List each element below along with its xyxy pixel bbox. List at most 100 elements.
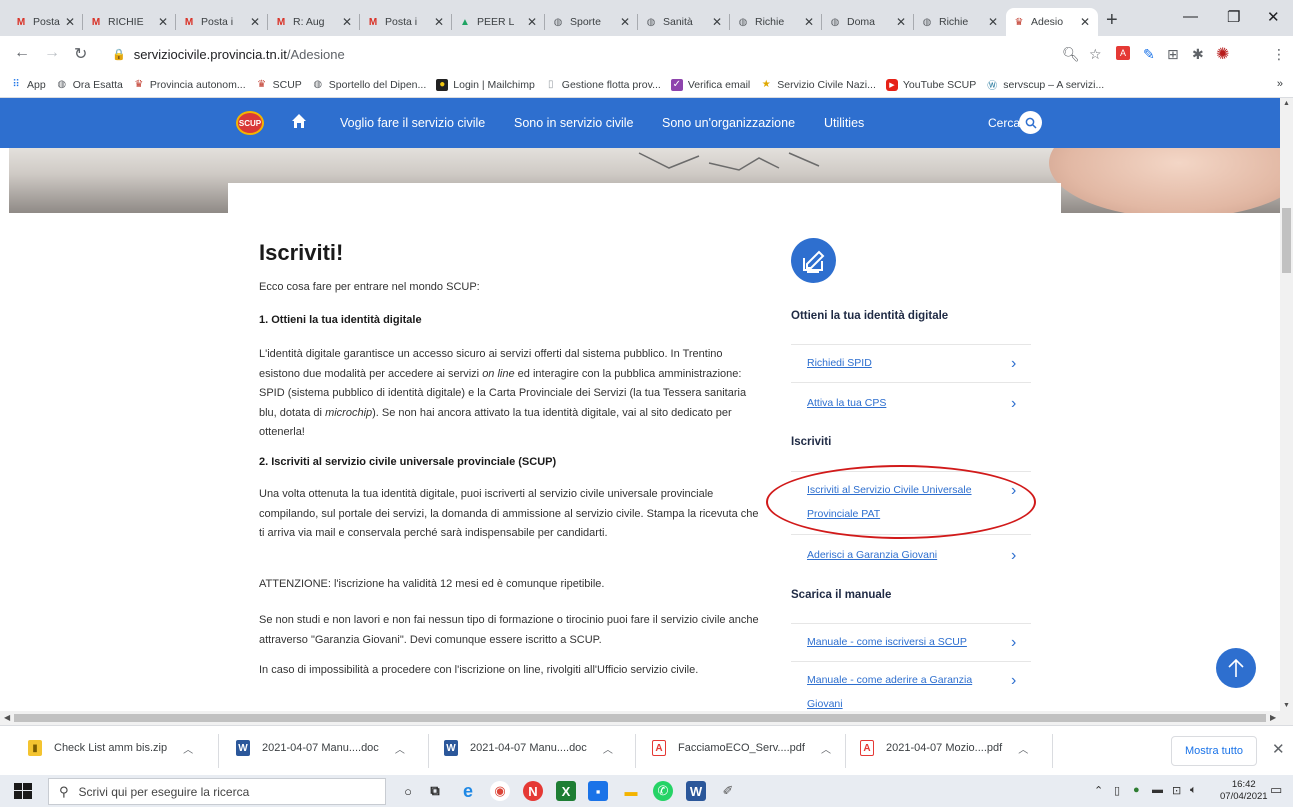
new-tab-button[interactable]: + xyxy=(1106,10,1118,30)
bookmark-item[interactable]: ★ Servizio Civile Nazi... xyxy=(760,79,876,91)
back-button[interactable]: ← xyxy=(14,44,30,62)
search-label[interactable]: Cerca xyxy=(988,116,1020,130)
download-item[interactable]: W 2021-04-07 Manu....doc ︿ xyxy=(236,740,405,756)
bookmark-item[interactable]: ▯ Gestione flotta prov... xyxy=(545,79,661,91)
close-tab-icon[interactable]: ✕ xyxy=(250,15,262,29)
close-tab-icon[interactable]: ✕ xyxy=(988,15,1000,29)
sidebar-link-spid[interactable]: Richiedi SPID › xyxy=(791,344,1031,382)
windows-start-icon[interactable] xyxy=(14,783,32,799)
tray-chevron-icon[interactable]: ⌃ xyxy=(1094,784,1103,797)
browser-tab[interactable]: M Posta i ✕ xyxy=(360,8,452,36)
bookmark-item[interactable]: ▶ YouTube SCUP xyxy=(885,78,976,91)
scroll-up-arrow-icon[interactable]: ▲ xyxy=(1283,100,1290,107)
battery-icon[interactable]: ▬ xyxy=(1152,784,1163,796)
taskbar-clock[interactable]: 16:42 07/04/2021 xyxy=(1220,779,1268,803)
minimize-button[interactable]: — xyxy=(1183,8,1198,25)
vertical-scroll-thumb[interactable] xyxy=(1282,208,1291,273)
bookmark-item[interactable]: ⠿ App xyxy=(10,79,45,91)
browser-tab[interactable]: M Posta i ✕ xyxy=(176,8,268,36)
site-logo[interactable]: SCUP xyxy=(236,111,264,135)
search-button[interactable] xyxy=(1019,111,1042,134)
nav-link-voglio[interactable]: Voglio fare il servizio civile xyxy=(340,116,485,130)
sidebar-link-cps[interactable]: Attiva la tua CPS › xyxy=(791,382,1031,422)
edge-icon[interactable]: e xyxy=(458,781,478,801)
browser-tab[interactable]: ◍ Sanità ✕ xyxy=(638,8,730,36)
scroll-down-arrow-icon[interactable]: ▼ xyxy=(1283,702,1290,709)
profile-avatar-icon[interactable]: ✺ xyxy=(1216,44,1229,64)
chevron-up-icon[interactable]: ︿ xyxy=(395,741,405,756)
nav-link-organizzazione[interactable]: Sono un'organizzazione xyxy=(662,116,795,130)
back-to-top-button[interactable] xyxy=(1216,648,1256,688)
sidebar-link-manuale-scup[interactable]: Manuale - come iscriversi a SCUP › xyxy=(791,623,1031,661)
file-explorer-icon[interactable]: ▬ xyxy=(621,781,641,801)
bookmark-item[interactable]: ● Login | Mailchimp xyxy=(436,78,535,91)
close-tab-icon[interactable]: ✕ xyxy=(65,15,77,29)
close-tab-icon[interactable]: ✕ xyxy=(896,15,908,29)
close-downloads-bar-icon[interactable]: ✕ xyxy=(1272,740,1285,758)
home-icon[interactable] xyxy=(291,113,307,129)
notifications-icon[interactable]: ▭ xyxy=(1270,782,1282,798)
chevron-up-icon[interactable]: ︿ xyxy=(1018,741,1028,756)
reload-button[interactable]: ↻ xyxy=(74,44,87,64)
browser-tab[interactable]: M RICHIE ✕ xyxy=(83,8,176,36)
bookmark-item[interactable]: ♛ SCUP xyxy=(256,79,302,91)
nav-link-sono-in-servizio[interactable]: Sono in servizio civile xyxy=(514,116,634,130)
horizontal-scroll-thumb[interactable] xyxy=(14,714,1266,722)
download-item[interactable]: A 2021-04-07 Mozio....pdf ︿ xyxy=(860,740,1028,756)
url-field[interactable]: 🔒 serviziocivile.provincia.tn.it/Adesion… xyxy=(112,40,1112,68)
menu-kebab-icon[interactable]: ⋮ xyxy=(1272,46,1286,63)
task-view-icon[interactable]: ⧉ xyxy=(425,781,445,801)
forward-button[interactable]: → xyxy=(44,44,60,62)
download-item[interactable]: ▮ Check List amm bis.zip ︿ xyxy=(28,740,193,756)
browser-tab[interactable]: ◍ Richie ✕ xyxy=(730,8,822,36)
browser-tab[interactable]: ◍ Doma ✕ xyxy=(822,8,914,36)
close-tab-icon[interactable]: ✕ xyxy=(342,15,354,29)
app-red-icon[interactable]: N xyxy=(523,781,543,801)
bookmark-star-icon[interactable]: ☆ xyxy=(1089,46,1102,63)
chrome-icon[interactable]: ◉ xyxy=(490,781,510,801)
close-tab-icon[interactable]: ✕ xyxy=(620,15,632,29)
sidebar-link-manuale-garanzia[interactable]: Manuale - come aderire a Garanzia Giovan… xyxy=(791,661,1031,711)
feather-extension-icon[interactable]: ✎ xyxy=(1143,46,1155,63)
bookmark-item[interactable]: Ⓦservscup – A servizi... xyxy=(986,79,1104,93)
close-tab-icon[interactable]: ✕ xyxy=(527,15,539,29)
show-all-downloads-button[interactable]: Mostra tutto xyxy=(1171,736,1257,766)
restore-button[interactable]: ❐ xyxy=(1227,8,1240,26)
chevron-up-icon[interactable]: ︿ xyxy=(183,741,193,756)
extensions-puzzle-icon[interactable]: ✱ xyxy=(1192,46,1204,63)
horizontal-scrollbar[interactable]: ◀ ▶ xyxy=(0,711,1293,725)
download-item[interactable]: W 2021-04-07 Manu....doc ︿ xyxy=(444,740,613,756)
bookmark-item[interactable]: ✓ Verifica email xyxy=(670,78,750,91)
browser-tab-active[interactable]: ♛ Adesio ✕ xyxy=(1006,8,1098,36)
nav-link-utilities[interactable]: Utilities xyxy=(824,116,864,130)
browser-tab[interactable]: ◍ Richie ✕ xyxy=(914,8,1006,36)
network-icon[interactable]: ⊡ xyxy=(1172,784,1181,797)
whatsapp-icon[interactable]: ✆ xyxy=(653,781,673,801)
extension-grid-icon[interactable]: ⊞ xyxy=(1167,46,1179,63)
volume-icon[interactable]: 🔈︎ xyxy=(1190,784,1197,797)
word-icon[interactable]: W xyxy=(686,781,706,801)
browser-tab[interactable]: ▲ PEER L ✕ xyxy=(452,8,545,36)
bookmarks-overflow-button[interactable]: » xyxy=(1277,78,1283,90)
close-tab-icon[interactable]: ✕ xyxy=(158,15,170,29)
close-window-button[interactable]: ✕ xyxy=(1267,8,1280,26)
cortana-icon[interactable]: ○ xyxy=(398,781,418,801)
pdf-extension-icon[interactable]: A xyxy=(1116,46,1130,60)
scroll-right-arrow-icon[interactable]: ▶ xyxy=(1270,713,1276,722)
vertical-scrollbar[interactable]: ▲ ▼ xyxy=(1280,98,1293,711)
bookmark-item[interactable]: ♛ Provincia autonom... xyxy=(133,79,245,91)
browser-tab[interactable]: M Posta i ✕ xyxy=(8,8,83,36)
taskbar-search-box[interactable]: ⚲ Scrivi qui per eseguire la ricerca xyxy=(48,778,386,805)
tray-person-icon[interactable]: ● xyxy=(1133,784,1140,796)
chevron-up-icon[interactable]: ︿ xyxy=(603,741,613,756)
sidebar-link-garanzia[interactable]: Aderisci a Garanzia Giovani › xyxy=(791,534,1031,574)
close-tab-icon[interactable]: ✕ xyxy=(712,15,724,29)
download-item[interactable]: A FacciamoECO_Serv....pdf ︿ xyxy=(652,740,831,756)
close-tab-icon[interactable]: ✕ xyxy=(804,15,816,29)
zoom-icon[interactable]: 🔍︎ xyxy=(1062,46,1080,63)
close-tab-icon[interactable]: ✕ xyxy=(1080,15,1092,29)
excel-icon[interactable]: X xyxy=(556,781,576,801)
close-tab-icon[interactable]: ✕ xyxy=(434,15,446,29)
chevron-up-icon[interactable]: ︿ xyxy=(821,741,831,756)
browser-tab[interactable]: ◍ Sporte ✕ xyxy=(545,8,638,36)
